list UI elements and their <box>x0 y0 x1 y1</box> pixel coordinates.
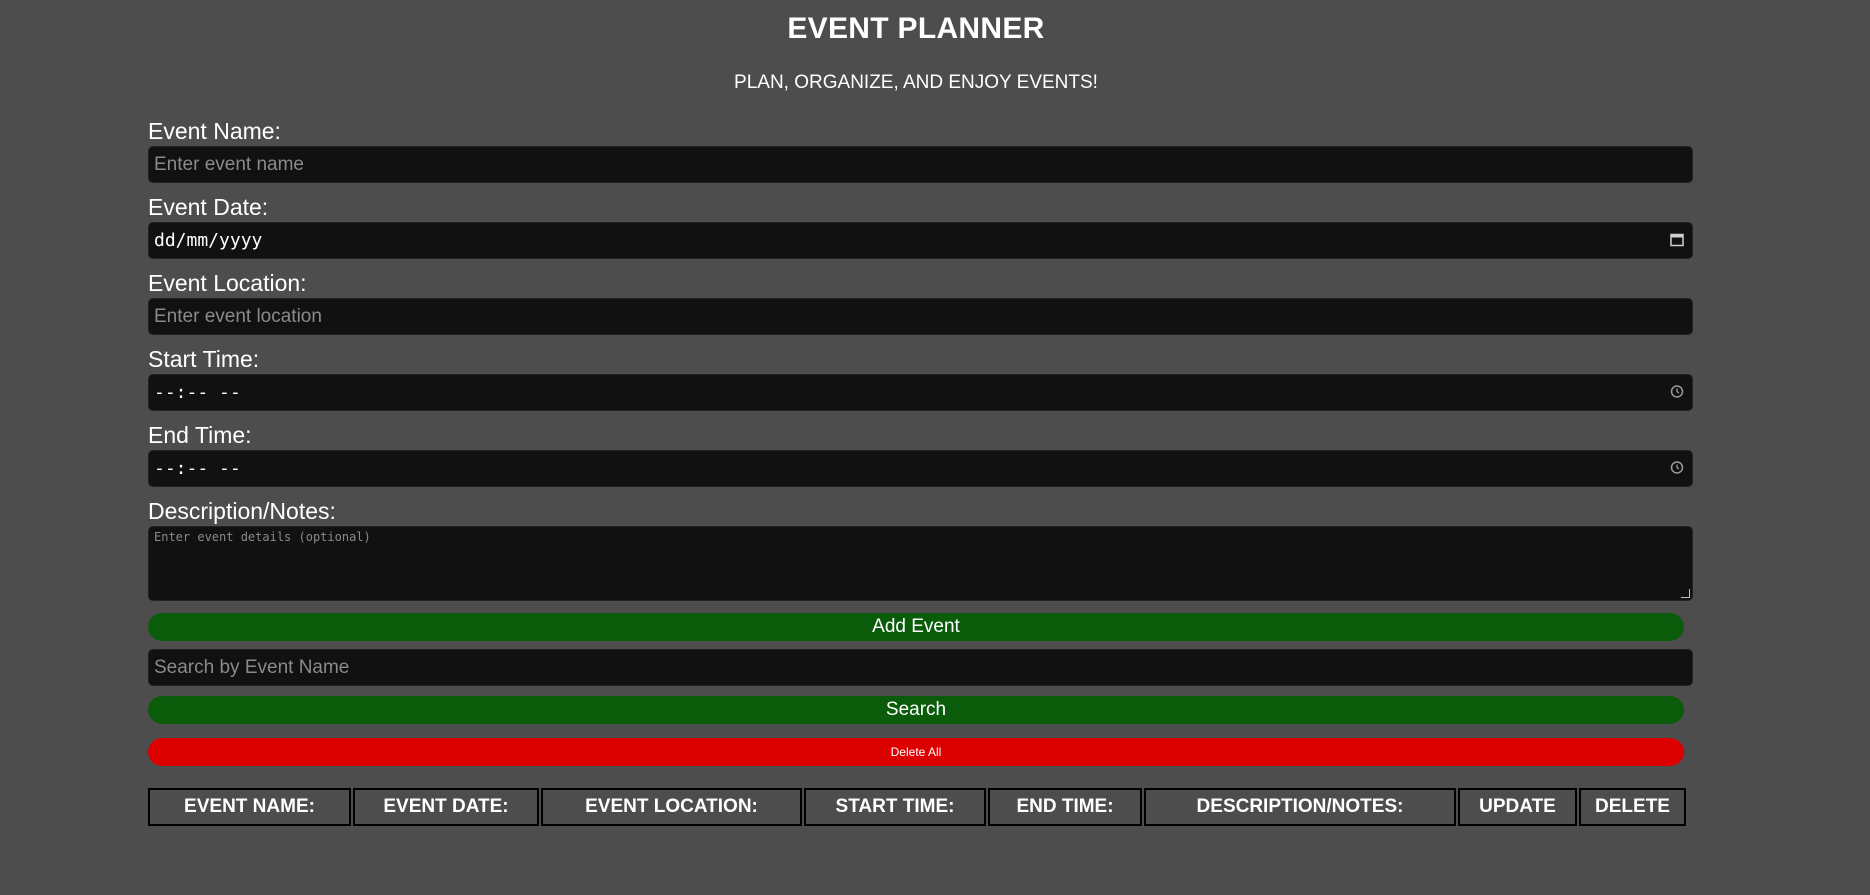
calendar-icon[interactable] <box>1670 231 1684 250</box>
description-label: Description/Notes: <box>148 498 336 524</box>
event-planner-page: EVENT PLANNER PLAN, ORGANIZE, AND ENJOY … <box>0 0 1870 895</box>
event-location-placeholder: Enter event location <box>154 305 322 327</box>
clock-icon[interactable] <box>1670 459 1684 478</box>
column-header-end-time: END TIME: <box>988 788 1142 826</box>
column-header-start-time: START TIME: <box>804 788 986 826</box>
description-placeholder: Enter event details (optional) <box>154 530 371 544</box>
search-button[interactable]: Search <box>148 696 1684 724</box>
column-header-update: UPDATE <box>1458 788 1577 826</box>
event-name-placeholder: Enter event name <box>154 153 304 175</box>
column-header-event-location: EVENT LOCATION: <box>541 788 802 826</box>
start-time-value: --:-- -- <box>154 382 241 403</box>
end-time-label: End Time: <box>148 422 252 448</box>
event-name-input[interactable]: Enter event name <box>148 146 1693 183</box>
start-time-label: Start Time: <box>148 346 260 372</box>
events-table-header: EVENT NAME: EVENT DATE: EVENT LOCATION: … <box>148 788 1688 826</box>
event-form: Event Name: Enter event name Event Date:… <box>148 116 1693 766</box>
column-header-description: DESCRIPTION/NOTES: <box>1144 788 1456 826</box>
event-location-label: Event Location: <box>148 270 307 296</box>
event-date-input[interactable]: dd/mm/yyyy <box>148 222 1693 259</box>
column-header-delete: DELETE <box>1579 788 1686 826</box>
event-name-label: Event Name: <box>148 118 281 144</box>
column-header-event-date: EVENT DATE: <box>353 788 539 826</box>
end-time-input[interactable]: --:-- -- <box>148 450 1693 487</box>
event-date-value: dd/mm/yyyy <box>154 230 263 251</box>
page-subtitle: PLAN, ORGANIZE, AND ENJOY EVENTS! <box>734 72 1098 93</box>
clock-icon[interactable] <box>1670 383 1684 402</box>
resize-grip-icon[interactable] <box>1681 589 1690 598</box>
event-location-input[interactable]: Enter event location <box>148 298 1693 335</box>
description-textarea[interactable]: Enter event details (optional) <box>148 526 1693 601</box>
add-event-button[interactable]: Add Event <box>148 613 1684 641</box>
delete-all-button[interactable]: Delete All <box>148 738 1684 766</box>
search-placeholder: Search by Event Name <box>154 656 350 678</box>
event-date-label: Event Date: <box>148 194 269 220</box>
page-title: EVENT PLANNER <box>787 12 1045 45</box>
column-header-event-name: EVENT NAME: <box>148 788 351 826</box>
start-time-input[interactable]: --:-- -- <box>148 374 1693 411</box>
end-time-value: --:-- -- <box>154 458 241 479</box>
search-input[interactable]: Search by Event Name <box>148 649 1693 686</box>
